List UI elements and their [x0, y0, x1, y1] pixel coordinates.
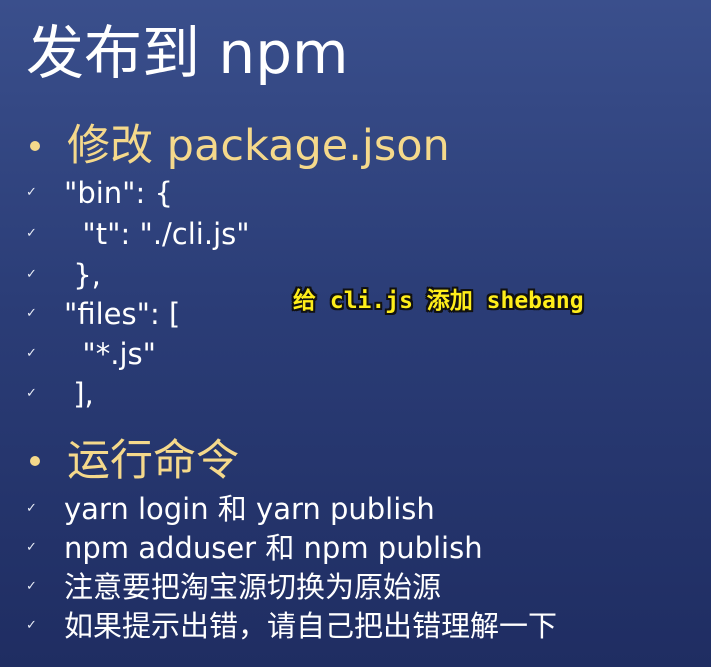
- check-icon: ✓: [26, 306, 37, 321]
- list-item: ✓ "*.js": [26, 335, 156, 373]
- list-item-text: "files": [: [64, 297, 181, 331]
- check-icon: ✓: [26, 501, 37, 516]
- list-item: ✓ ],: [26, 375, 94, 413]
- slide-title: 发布到 npm: [26, 19, 349, 87]
- list-item-text: 如果提示出错，请自己把出错理解一下: [64, 609, 558, 643]
- section-heading-text: 修改 package.json: [67, 121, 450, 171]
- list-item-text: "t": "./cli.js": [64, 217, 250, 251]
- list-item: ✓ },: [26, 256, 101, 294]
- list-item-text: ],: [64, 377, 94, 411]
- list-item-text: npm adduser 和 npm publish: [64, 531, 483, 565]
- list-item-text: },: [64, 258, 101, 292]
- check-icon: ✓: [26, 579, 37, 594]
- check-icon: ✓: [26, 386, 37, 401]
- check-icon: ✓: [26, 618, 37, 633]
- slide: 发布到 npm 修改 package.json ✓ "bin": { ✓ "t"…: [0, 0, 711, 667]
- list-item: ✓ 如果提示出错，请自己把出错理解一下: [26, 607, 557, 645]
- check-icon: ✓: [26, 267, 37, 282]
- section-heading-run-commands: 运行命令: [26, 433, 239, 489]
- list-item-text: yarn login 和 yarn publish: [64, 492, 435, 526]
- check-icon: ✓: [26, 185, 37, 200]
- list-item: ✓ npm adduser 和 npm publish: [26, 529, 483, 567]
- list-item: ✓ "files": [: [26, 295, 180, 333]
- list-item: ✓ "t": "./cli.js": [26, 215, 250, 253]
- bullet-dot-icon: [30, 141, 40, 151]
- shebang-note: 给 cli.js 添加 shebang: [293, 288, 584, 314]
- check-icon: ✓: [26, 540, 37, 555]
- check-icon: ✓: [26, 346, 37, 361]
- section-heading-text: 运行命令: [67, 436, 239, 486]
- check-icon: ✓: [26, 226, 37, 241]
- list-item-text: 注意要把淘宝源切换为原始源: [64, 570, 442, 604]
- list-item: ✓ "bin": {: [26, 174, 173, 212]
- list-item-text: "bin": {: [64, 176, 173, 210]
- section-heading-modify-package: 修改 package.json: [26, 118, 450, 174]
- list-item: ✓ yarn login 和 yarn publish: [26, 490, 435, 528]
- bullet-dot-icon: [30, 456, 40, 466]
- list-item: ✓ 注意要把淘宝源切换为原始源: [26, 568, 441, 606]
- list-item-text: "*.js": [64, 337, 156, 371]
